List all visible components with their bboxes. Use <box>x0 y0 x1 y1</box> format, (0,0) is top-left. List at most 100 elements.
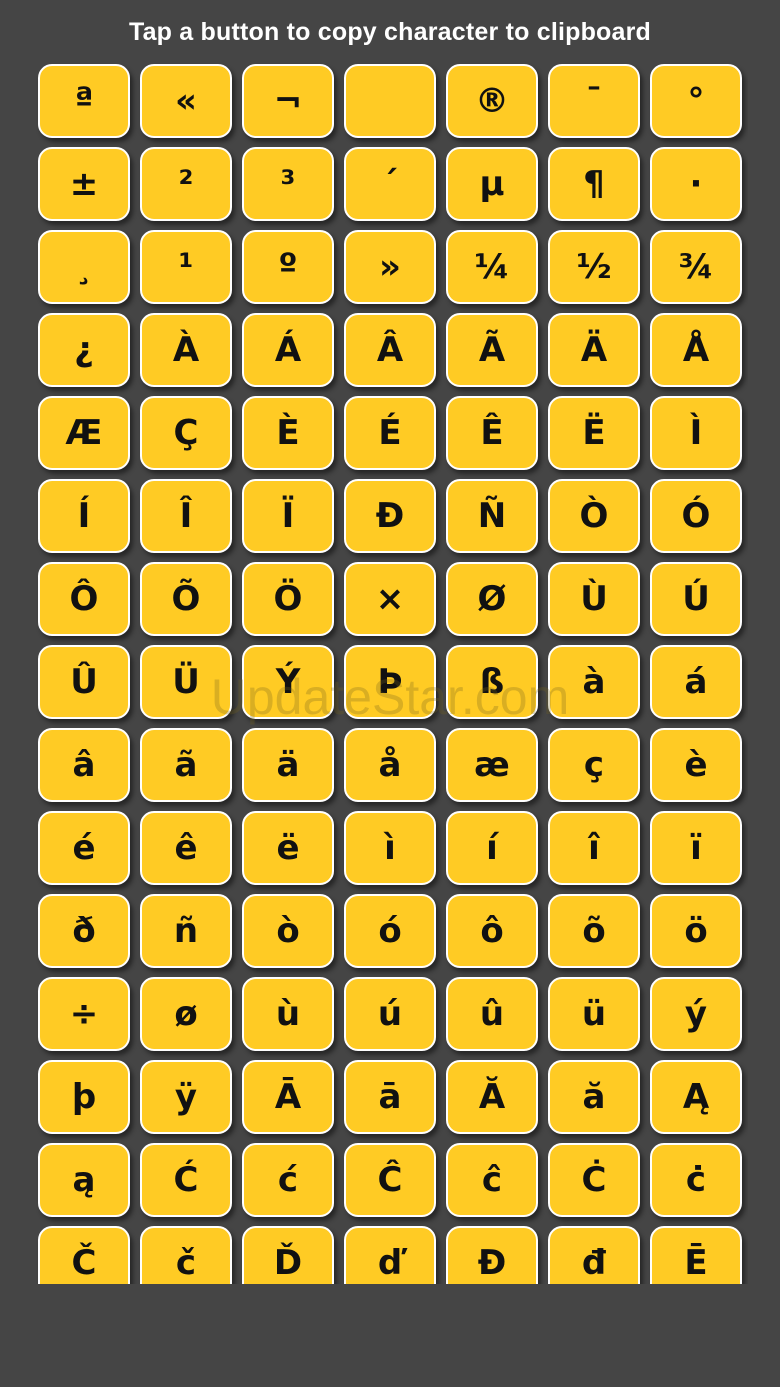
character-button[interactable]: Ä <box>548 313 640 387</box>
character-button[interactable]: ¶ <box>548 147 640 221</box>
character-button[interactable]: ó <box>344 894 436 968</box>
character-button[interactable]: ï <box>650 811 742 885</box>
character-button[interactable]: ¬ <box>242 64 334 138</box>
character-button[interactable]: Ð <box>344 479 436 553</box>
character-button[interactable]: č <box>140 1226 232 1284</box>
character-button[interactable]: ô <box>446 894 538 968</box>
character-button[interactable]: î <box>548 811 640 885</box>
character-button[interactable]: µ <box>446 147 538 221</box>
character-button[interactable]: Ç <box>140 396 232 470</box>
character-button[interactable]: Ú <box>650 562 742 636</box>
character-button[interactable]: Á <box>242 313 334 387</box>
character-button[interactable]: ý <box>650 977 742 1051</box>
character-button[interactable]: Î <box>140 479 232 553</box>
character-button[interactable]: Ò <box>548 479 640 553</box>
character-button[interactable]: ë <box>242 811 334 885</box>
character-button[interactable]: Ā <box>242 1060 334 1134</box>
character-button[interactable]: ª <box>38 64 130 138</box>
character-button[interactable]: Ï <box>242 479 334 553</box>
character-button[interactable]: Þ <box>344 645 436 719</box>
character-button[interactable]: ÿ <box>140 1060 232 1134</box>
character-button[interactable]: Ö <box>242 562 334 636</box>
character-button[interactable]: ç <box>548 728 640 802</box>
character-button[interactable]: ü <box>548 977 640 1051</box>
character-button[interactable]: À <box>140 313 232 387</box>
character-button[interactable]: ã <box>140 728 232 802</box>
character-button[interactable]: đ <box>548 1226 640 1284</box>
character-button[interactable]: í <box>446 811 538 885</box>
character-button[interactable]: æ <box>446 728 538 802</box>
character-button[interactable]: Ć <box>140 1143 232 1217</box>
character-button[interactable]: Ì <box>650 396 742 470</box>
character-button[interactable]: Ď <box>242 1226 334 1284</box>
character-button[interactable]: ì <box>344 811 436 885</box>
character-button[interactable]: Ô <box>38 562 130 636</box>
character-button[interactable]: ¯ <box>548 64 640 138</box>
character-button[interactable]: ö <box>650 894 742 968</box>
character-button[interactable]: ù <box>242 977 334 1051</box>
character-button[interactable]: · <box>650 147 742 221</box>
character-button[interactable]: È <box>242 396 334 470</box>
character-button[interactable]: Ą <box>650 1060 742 1134</box>
character-button[interactable]: ¼ <box>446 230 538 304</box>
character-button[interactable]: Ü <box>140 645 232 719</box>
character-button[interactable]: ´ <box>344 147 436 221</box>
character-button[interactable]: Ê <box>446 396 538 470</box>
character-button[interactable]: þ <box>38 1060 130 1134</box>
character-button[interactable]: Í <box>38 479 130 553</box>
character-button[interactable]: û <box>446 977 538 1051</box>
character-button[interactable]: ® <box>446 64 538 138</box>
character-button[interactable]: ¾ <box>650 230 742 304</box>
character-button[interactable]: Ë <box>548 396 640 470</box>
character-button[interactable]: ² <box>140 147 232 221</box>
character-button[interactable]: Ă <box>446 1060 538 1134</box>
character-button[interactable]: Â <box>344 313 436 387</box>
character-button[interactable]: º <box>242 230 334 304</box>
character-button[interactable]: ú <box>344 977 436 1051</box>
character-button[interactable]: ¹ <box>140 230 232 304</box>
character-button[interactable]: Č <box>38 1226 130 1284</box>
character-button[interactable]: « <box>140 64 232 138</box>
character-button[interactable]: è <box>650 728 742 802</box>
character-button[interactable]: ¸ <box>38 230 130 304</box>
character-button[interactable]: Ø <box>446 562 538 636</box>
character-button[interactable]: ­ <box>344 64 436 138</box>
character-button[interactable]: â <box>38 728 130 802</box>
character-button[interactable]: Û <box>38 645 130 719</box>
character-grid-viewport[interactable]: ª « ¬ ­ ® ¯ ° ± ² ³ ´ µ ¶ · ¸ ¹ º » ¼ ½ ¾ ¿ À Á Â Ã Ä Å Æ Ç È É Ê Ë Ì Í Î Ï Ð Ñ… <box>36 62 748 1284</box>
character-button[interactable]: ā <box>344 1060 436 1134</box>
character-button[interactable]: ĉ <box>446 1143 538 1217</box>
character-button[interactable]: ÷ <box>38 977 130 1051</box>
character-button[interactable]: É <box>344 396 436 470</box>
character-button[interactable]: ° <box>650 64 742 138</box>
character-button[interactable]: Ē <box>650 1226 742 1284</box>
character-button[interactable]: ø <box>140 977 232 1051</box>
character-button[interactable]: Ó <box>650 479 742 553</box>
character-button[interactable]: Ċ <box>548 1143 640 1217</box>
character-button[interactable]: Æ <box>38 396 130 470</box>
character-button[interactable]: » <box>344 230 436 304</box>
character-button[interactable]: á <box>650 645 742 719</box>
character-button[interactable]: ð <box>38 894 130 968</box>
character-button[interactable]: Ñ <box>446 479 538 553</box>
character-button[interactable]: Ã <box>446 313 538 387</box>
character-button[interactable]: ć <box>242 1143 334 1217</box>
character-button[interactable]: à <box>548 645 640 719</box>
character-button[interactable]: ± <box>38 147 130 221</box>
character-button[interactable]: ³ <box>242 147 334 221</box>
character-button[interactable]: é <box>38 811 130 885</box>
character-button[interactable]: ß <box>446 645 538 719</box>
character-button[interactable]: ê <box>140 811 232 885</box>
character-button[interactable]: Å <box>650 313 742 387</box>
character-button[interactable]: ď <box>344 1226 436 1284</box>
character-button[interactable]: Õ <box>140 562 232 636</box>
character-button[interactable]: Đ <box>446 1226 538 1284</box>
character-button[interactable]: ¿ <box>38 313 130 387</box>
character-button[interactable]: ą <box>38 1143 130 1217</box>
character-button[interactable]: ò <box>242 894 334 968</box>
character-button[interactable]: × <box>344 562 436 636</box>
character-button[interactable]: Ý <box>242 645 334 719</box>
character-button[interactable]: õ <box>548 894 640 968</box>
character-button[interactable]: ä <box>242 728 334 802</box>
character-button[interactable]: Ù <box>548 562 640 636</box>
